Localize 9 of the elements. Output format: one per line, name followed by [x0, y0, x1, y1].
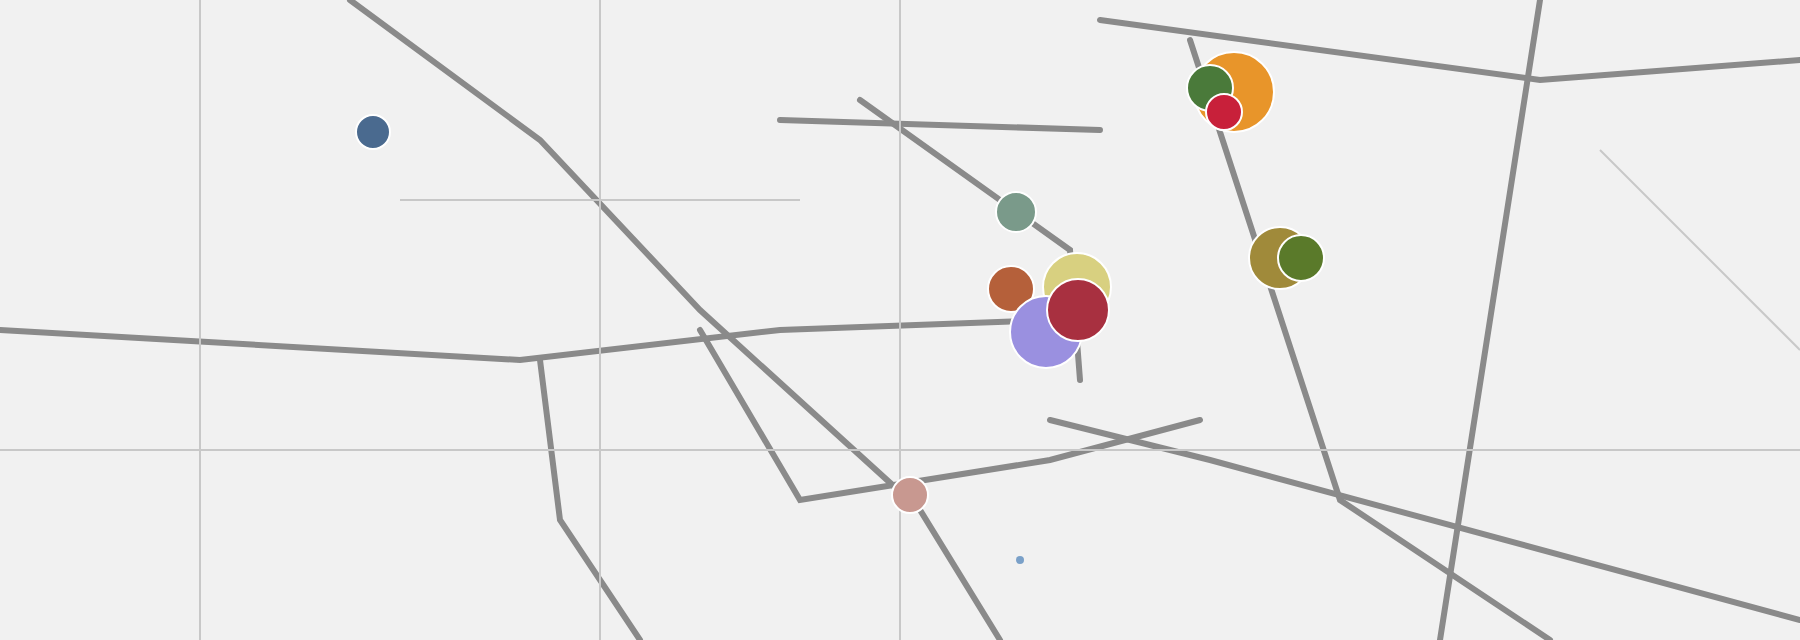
map-marker[interactable] — [987, 265, 1035, 313]
map-marker[interactable] — [355, 114, 391, 150]
map-marker[interactable] — [1205, 93, 1243, 131]
map-marker[interactable] — [1277, 234, 1325, 282]
map-marker[interactable] — [1046, 278, 1110, 342]
map-placeholder[interactable] — [0, 0, 1800, 640]
map-marker[interactable] — [995, 191, 1037, 233]
map-marker[interactable] — [1016, 556, 1024, 564]
map-marker[interactable] — [891, 476, 929, 514]
